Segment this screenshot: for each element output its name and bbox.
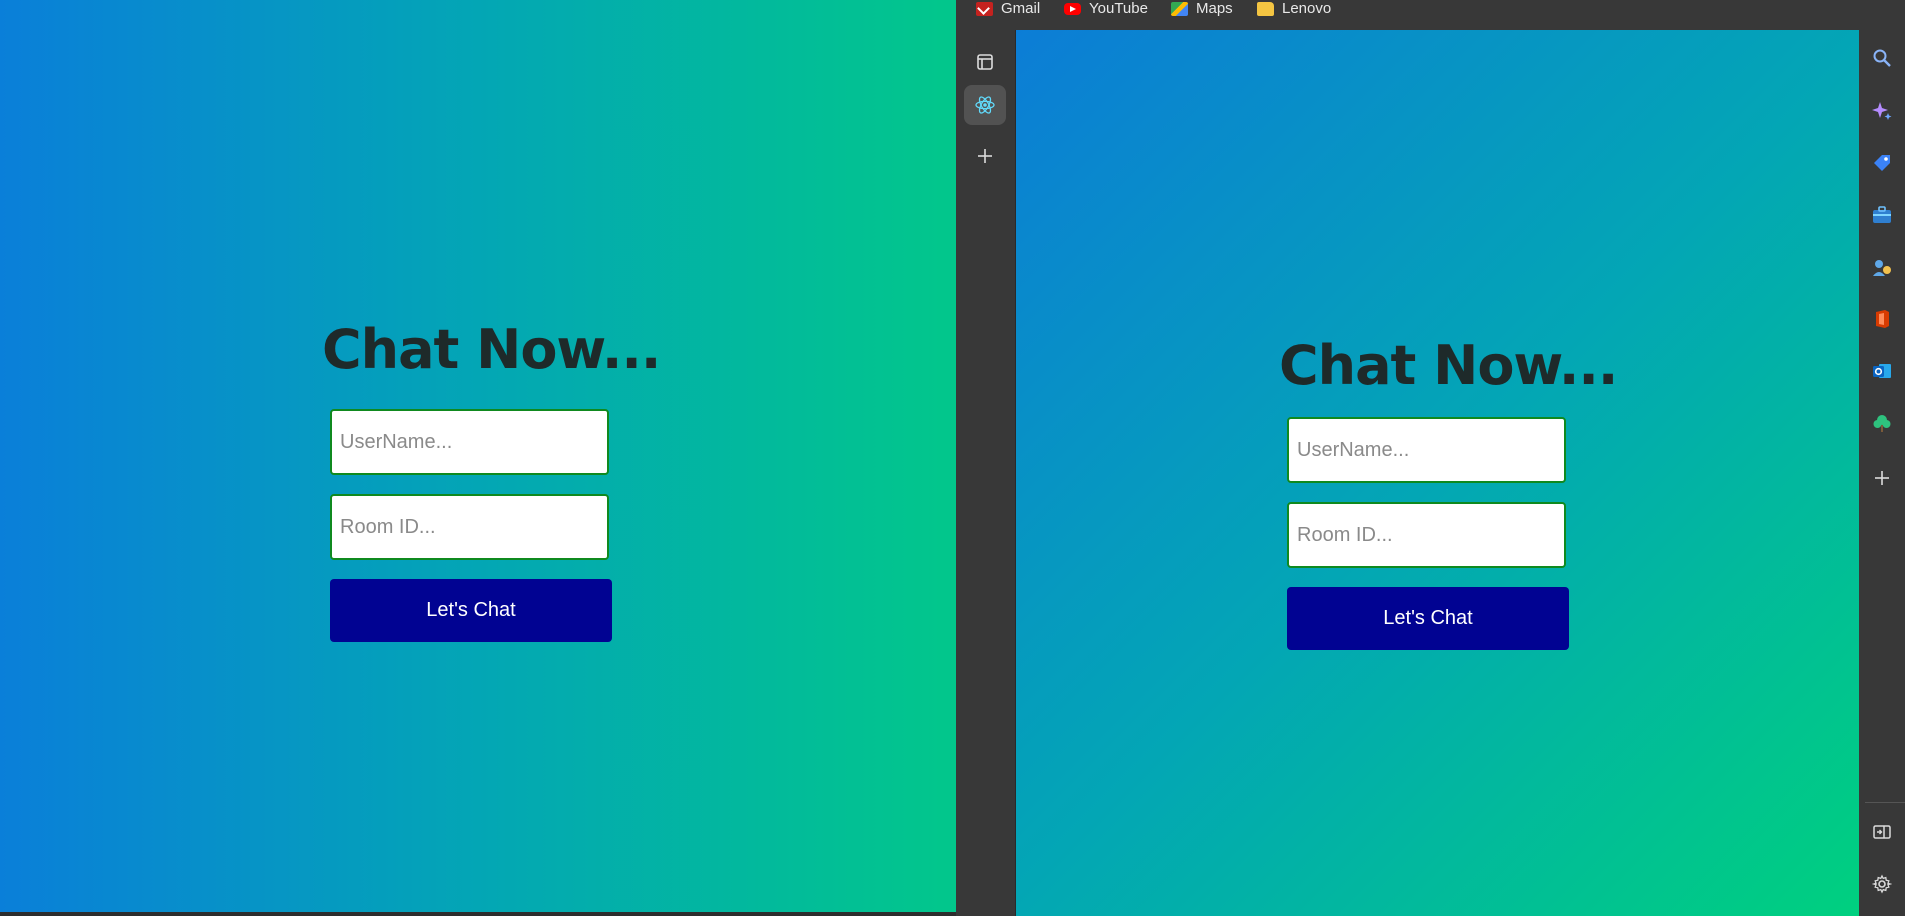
- tools-briefcase-icon[interactable]: [1870, 203, 1894, 227]
- page-title: Chat Now...: [1279, 334, 1618, 397]
- edge-sidebar: [1859, 30, 1905, 916]
- settings-gear-icon[interactable]: [1870, 872, 1894, 896]
- lets-chat-button[interactable]: Let's Chat: [1287, 587, 1569, 650]
- tree-icon[interactable]: [1870, 411, 1894, 435]
- page-viewport: Chat Now... Let's Chat: [1016, 30, 1859, 916]
- taskbar-edge: [0, 912, 956, 916]
- folder-icon: [1257, 1, 1274, 16]
- tab-react-app[interactable]: [964, 85, 1006, 125]
- gmail-icon: [976, 1, 993, 16]
- maps-icon: [1171, 1, 1188, 16]
- page-title: Chat Now...: [322, 318, 661, 381]
- left-app-window: Chat Now... Let's Chat: [0, 0, 956, 912]
- rail-divider: [1865, 802, 1905, 803]
- bookmark-lenovo[interactable]: Lenovo: [1257, 0, 1331, 17]
- sidebar-toggle-icon: [977, 54, 993, 70]
- bookmark-label: YouTube: [1089, 0, 1148, 17]
- username-input[interactable]: [1287, 417, 1566, 483]
- browser-window: Gmail YouTube Maps Lenovo Chat Now... Us…: [956, 0, 1905, 916]
- split-screen-icon[interactable]: [1870, 820, 1894, 844]
- new-tab-button[interactable]: [964, 136, 1006, 176]
- react-app-icon: [975, 96, 995, 114]
- outlook-icon[interactable]: [1870, 359, 1894, 383]
- vertical-tab-strip: [956, 30, 1016, 916]
- bookmark-gmail[interactable]: Gmail: [976, 0, 1040, 17]
- bookmark-youtube[interactable]: YouTube: [1064, 0, 1148, 17]
- add-icon[interactable]: [1870, 466, 1894, 490]
- office-icon[interactable]: [1870, 307, 1894, 331]
- new-tab-plus-icon: [978, 149, 992, 163]
- bookmark-label: Maps: [1196, 0, 1233, 17]
- username-input[interactable]: [330, 409, 609, 475]
- youtube-icon: [1064, 2, 1081, 15]
- lets-chat-button[interactable]: Let's Chat: [330, 579, 612, 642]
- chat-login-card: Chat Now... Let's Chat: [1279, 334, 1618, 650]
- bookmark-label: Gmail: [1001, 0, 1041, 17]
- bookmark-label: Lenovo: [1282, 0, 1332, 17]
- chat-login-card: Chat Now... Let's Chat: [322, 318, 661, 642]
- games-icon[interactable]: [1870, 255, 1894, 279]
- sidebar-toggle-button[interactable]: [964, 42, 1006, 82]
- shopping-tag-icon[interactable]: [1870, 151, 1894, 175]
- search-icon[interactable]: [1870, 46, 1894, 70]
- room-id-input[interactable]: [330, 494, 609, 560]
- bookmarks-bar: Gmail YouTube Maps Lenovo: [956, 0, 1905, 30]
- copilot-sparkle-icon[interactable]: [1870, 99, 1894, 123]
- room-id-input[interactable]: [1287, 502, 1566, 568]
- bookmark-maps[interactable]: Maps: [1171, 0, 1233, 17]
